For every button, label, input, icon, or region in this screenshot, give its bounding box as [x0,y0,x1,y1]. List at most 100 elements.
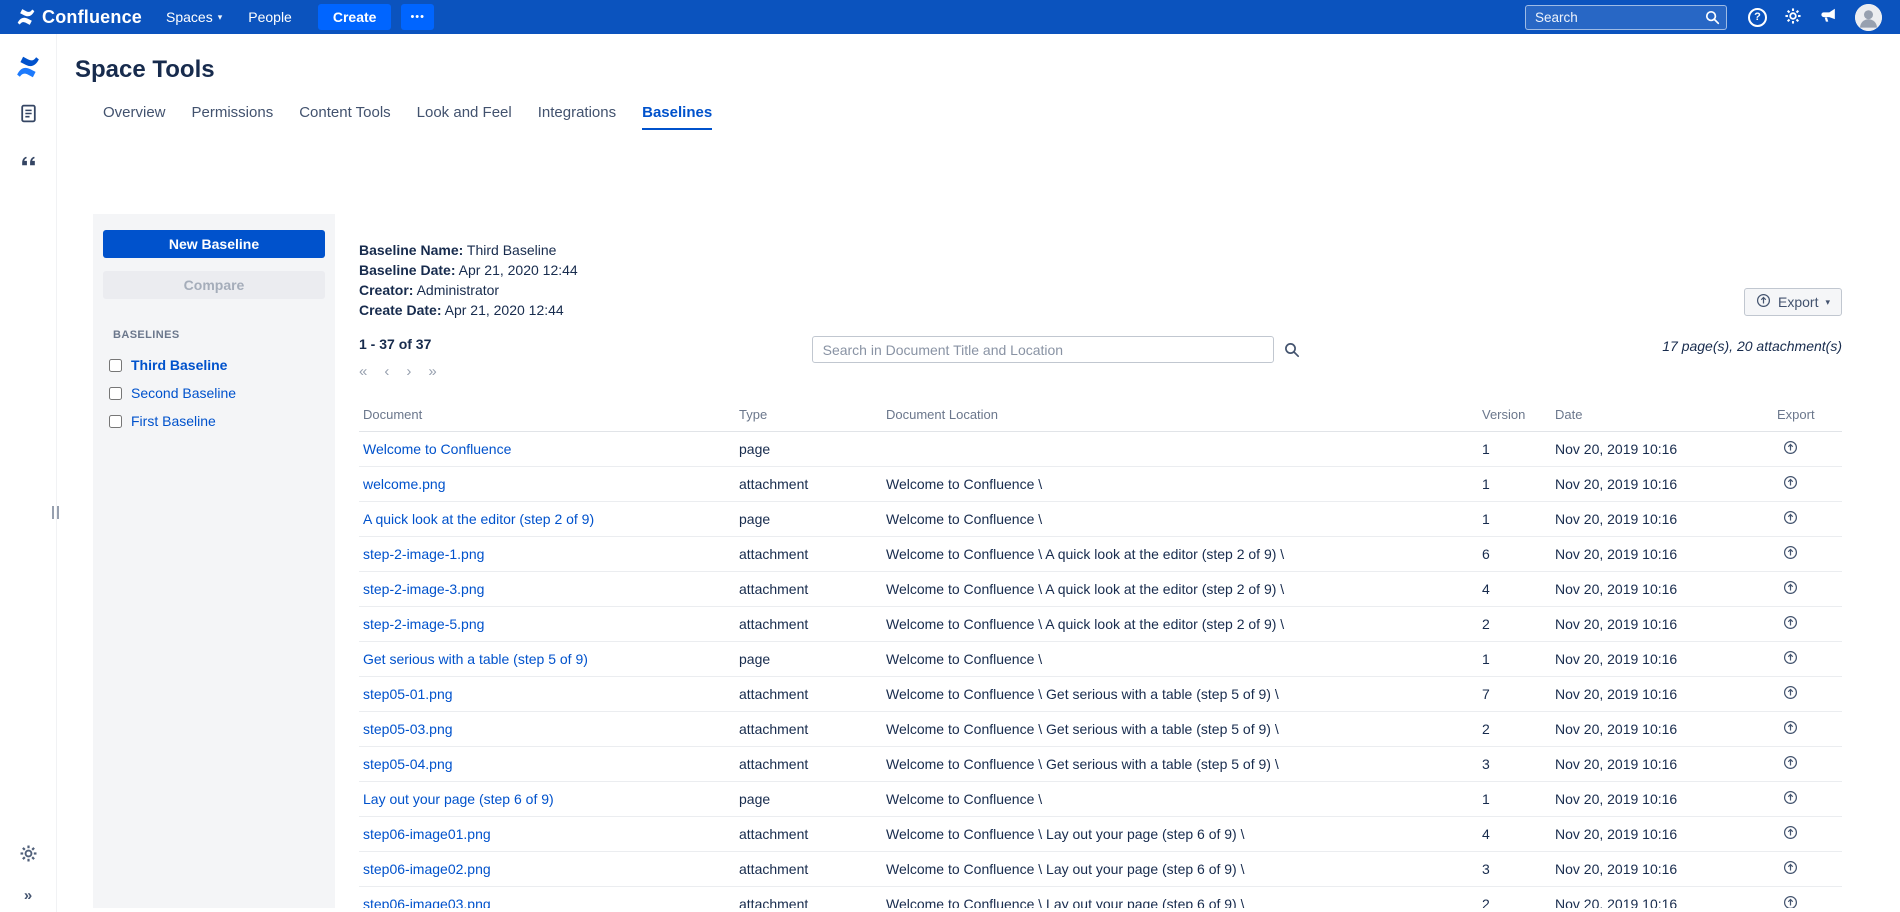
row-export-button[interactable] [1777,895,1798,908]
table-row: Get serious with a table (step 5 of 9) p… [359,642,1842,677]
compare-button[interactable]: Compare [103,271,325,299]
row-export-button[interactable] [1777,545,1798,560]
type-cell: attachment [735,537,882,572]
confluence-home-link[interactable]: Confluence [16,7,142,28]
baselines-panel: New Baseline Compare BASELINES Third Bas… [93,214,335,908]
tab[interactable]: Overview [103,104,166,130]
nav-spaces[interactable]: Spaces ▾ [166,9,222,25]
column-header: Type [735,401,882,432]
gear-icon [19,844,38,866]
version-cell: 2 [1478,887,1551,909]
announcements-button[interactable] [1819,6,1838,28]
document-link[interactable]: step05-01.png [363,686,453,702]
tab[interactable]: Integrations [538,104,616,130]
document-cell: welcome.png [359,467,735,502]
space-settings-button[interactable] [13,840,43,870]
meta-value: Apr 21, 2020 12:44 [445,302,564,318]
document-link[interactable]: step06-image03.png [363,896,491,908]
document-link[interactable]: Welcome to Confluence [363,441,511,457]
baseline-checkbox[interactable] [109,387,122,400]
row-export-button[interactable] [1777,650,1798,665]
document-link[interactable]: A quick look at the editor (step 2 of 9) [363,511,594,527]
date-cell: Nov 20, 2019 10:16 [1551,537,1773,572]
help-button[interactable]: ? [1748,8,1767,27]
location-cell: Welcome to Confluence \ Get serious with… [882,677,1478,712]
user-avatar[interactable] [1855,4,1882,31]
help-icon: ? [1748,8,1767,27]
baseline-link[interactable]: First Baseline [131,413,216,429]
document-link[interactable]: Get serious with a table (step 5 of 9) [363,651,588,667]
location-cell: Welcome to Confluence \ [882,642,1478,677]
baselines-heading: BASELINES [113,329,325,341]
row-export-button[interactable] [1777,720,1798,735]
document-cell: Get serious with a table (step 5 of 9) [359,642,735,677]
document-link[interactable]: step06-image02.png [363,861,491,877]
settings-button[interactable] [1784,7,1802,28]
export-cell [1773,747,1842,782]
document-link[interactable]: step05-03.png [363,721,453,737]
column-header: Document [359,401,735,432]
table-row: Lay out your page (step 6 of 9) page Wel… [359,782,1842,817]
nav-spaces-label: Spaces [166,9,213,25]
brand-name: Confluence [42,7,142,28]
row-export-button[interactable] [1777,860,1798,875]
version-cell: 4 [1478,572,1551,607]
pagination-button[interactable]: ‹ [384,364,389,379]
row-export-button[interactable] [1777,825,1798,840]
baseline-checkbox[interactable] [109,359,122,372]
document-link[interactable]: step06-image01.png [363,826,491,842]
row-export-button[interactable] [1777,475,1798,490]
column-header: Version [1478,401,1551,432]
double-chevron-right-icon: » [24,887,32,904]
row-export-button[interactable] [1777,685,1798,700]
nav-people[interactable]: People [248,9,292,25]
export-cell [1773,502,1842,537]
column-header: Document Location [882,401,1478,432]
pagination-button[interactable]: « [359,364,367,379]
search-icon[interactable] [1705,10,1720,25]
new-baseline-button[interactable]: New Baseline [103,230,325,258]
document-link[interactable]: Lay out your page (step 6 of 9) [363,791,554,807]
tab[interactable]: Baselines [642,104,712,130]
row-export-button[interactable] [1777,755,1798,770]
sidebar-expand-button[interactable]: » [13,880,43,910]
global-search-box [1525,5,1727,30]
row-export-button[interactable] [1777,510,1798,525]
type-cell: attachment [735,887,882,909]
baselines-content: New Baseline Compare BASELINES Third Bas… [75,214,1900,908]
baseline-checkbox[interactable] [109,415,122,428]
baseline-link[interactable]: Second Baseline [131,385,236,401]
tab[interactable]: Look and Feel [417,104,512,130]
row-export-button[interactable] [1777,790,1798,805]
sidebar-blog-button[interactable] [13,147,43,177]
export-cell [1773,572,1842,607]
pagination-button[interactable]: › [406,364,411,379]
tab[interactable]: Content Tools [299,104,390,130]
document-link[interactable]: welcome.png [363,476,446,492]
export-button[interactable]: Export ▾ [1744,288,1842,316]
document-link[interactable]: step05-04.png [363,756,453,772]
search-icon[interactable] [1284,342,1300,358]
baseline-link[interactable]: Third Baseline [131,357,227,373]
app-body: » Space Tools Overview Permissions Conte… [0,34,1900,912]
document-search-input[interactable] [812,336,1274,363]
type-cell: page [735,782,882,817]
global-search-input[interactable] [1525,5,1727,30]
create-button[interactable]: Create [318,4,392,30]
more-button[interactable]: ••• [401,4,434,30]
document-cell: Lay out your page (step 6 of 9) [359,782,735,817]
tab[interactable]: Permissions [192,104,274,130]
chevron-down-icon: ▾ [218,12,223,23]
document-link[interactable]: step-2-image-5.png [363,616,484,632]
document-link[interactable]: step-2-image-1.png [363,546,484,562]
row-export-button[interactable] [1777,440,1798,455]
row-export-button[interactable] [1777,615,1798,630]
sidebar-resize-handle[interactable] [52,506,59,519]
row-export-button[interactable] [1777,580,1798,595]
location-cell: Welcome to Confluence \ A quick look at … [882,607,1478,642]
pagination-button[interactable]: » [428,364,436,379]
sidebar-pages-button[interactable] [13,100,43,130]
meta-value: Administrator [417,282,499,298]
space-logo-button[interactable] [13,53,43,83]
document-link[interactable]: step-2-image-3.png [363,581,484,597]
